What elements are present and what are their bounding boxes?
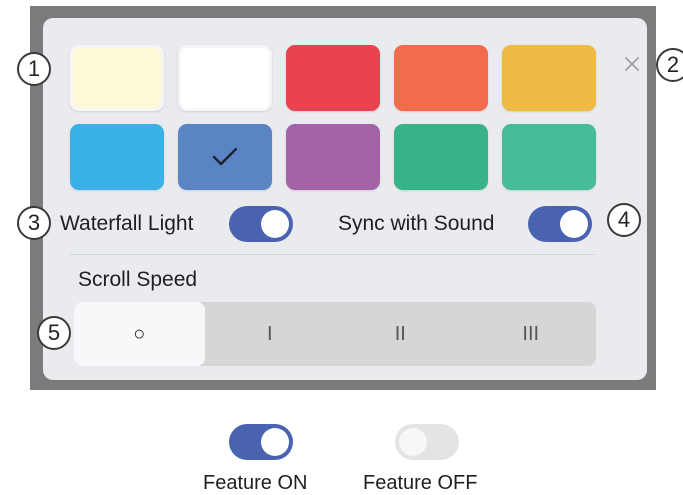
callout-badge-1: 1 [17,52,51,86]
speed-level-3-label: III [522,322,540,345]
sync-with-sound-toggle[interactable] [528,206,592,242]
toggle-knob [261,210,289,238]
waterfall-light-label: Waterfall Light [60,212,194,235]
toggle-knob [261,428,289,456]
scroll-speed-selector: ○ I II III [74,302,596,366]
toggle-knob [560,210,588,238]
callout-badge-4: 4 [607,203,641,237]
close-button[interactable] [620,54,644,78]
close-icon [624,56,640,77]
scroll-speed-label: Scroll Speed [78,268,198,291]
swatch-green[interactable] [394,124,488,190]
swatch-purple[interactable] [286,124,380,190]
scroll-speed-option-3[interactable]: III [466,302,597,366]
legend-toggle-off-example [395,424,459,460]
swatch-teal-green[interactable] [502,124,596,190]
sync-with-sound-label: Sync with Sound [338,212,495,235]
swatch-sky-blue[interactable] [70,124,164,190]
callout-badge-5: 5 [37,316,71,350]
swatch-pale-yellow[interactable] [70,45,164,111]
swatch-white[interactable] [178,45,272,111]
swatch-orange[interactable] [394,45,488,111]
callout-badge-3: 3 [17,206,51,240]
swatch-steel-blue[interactable] [178,124,272,190]
checkmark-icon [178,124,272,190]
waterfall-light-toggle[interactable] [229,206,293,242]
speed-level-2-label: II [394,322,406,345]
speed-level-1-label: I [266,322,273,345]
toggle-knob [399,428,427,456]
scroll-speed-option-1[interactable]: I [205,302,336,366]
swatch-red[interactable] [286,45,380,111]
circle-icon: ○ [133,322,146,345]
swatch-yellow[interactable] [502,45,596,111]
callout-badge-2: 2 [656,48,683,82]
scroll-speed-option-2[interactable]: II [335,302,466,366]
legend-toggle-on-example [229,424,293,460]
section-divider [70,254,595,255]
scroll-speed-option-off[interactable]: ○ [74,302,205,366]
